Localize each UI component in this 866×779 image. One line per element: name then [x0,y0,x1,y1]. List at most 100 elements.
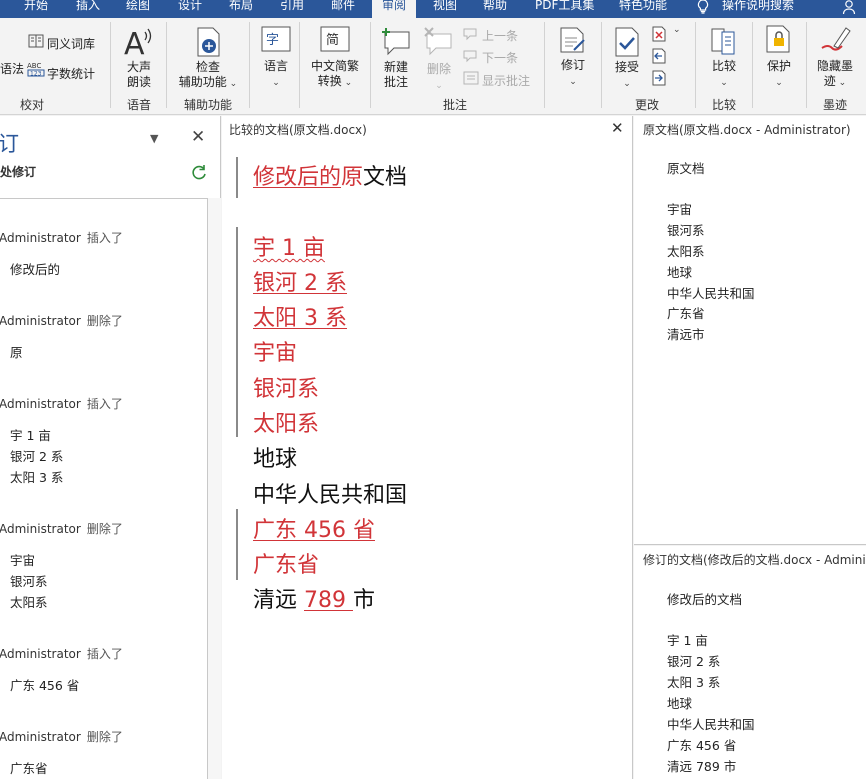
doc-line[interactable]: 广东省 [253,547,319,579]
new-comment-button[interactable]: 新建 批注 [381,60,411,90]
deleted-text[interactable]: 宇宙 [253,341,297,366]
doc-line[interactable]: 广东 456 省 [253,512,375,544]
reject-dropdown[interactable]: ⌄ [673,25,681,35]
revised-doc-line[interactable]: 修改后的文档 [667,589,742,608]
read-aloud-button[interactable]: 大声 朗读 [122,60,156,90]
original-doc-line[interactable]: 太阳系 [667,241,705,260]
previous-change-icon[interactable] [652,48,666,64]
revision-text: 原 [10,345,23,360]
tab-layout[interactable]: 布局 [229,0,253,18]
revised-doc-line[interactable]: 中华人民共和国 [667,714,755,733]
revised-document-title: 修订的文档(修改后的文档.docx - Administrator) [643,553,866,567]
ribbon-separator [544,22,545,108]
word-count-button[interactable]: 字数统计 [47,65,95,82]
next-comment-button[interactable]: 下一条 [482,49,518,66]
delete-comment-button[interactable]: 删除 ⌄ [424,60,454,91]
grammar-button[interactable]: 语法 [0,60,24,77]
compare-group-label: 比较 [711,98,736,112]
doc-line[interactable]: 中华人民共和国 [253,477,407,509]
doc-line[interactable]: 清远 789 市 [253,582,375,614]
revision-header: Administrator 插入了 [0,397,123,411]
tab-mailings[interactable]: 邮件 [331,0,355,18]
original-doc-line[interactable]: 清远市 [667,324,705,343]
language-button[interactable]: 语言 ⌄ [261,59,291,91]
next-change-icon[interactable] [652,70,666,86]
tab-design[interactable]: 设计 [178,0,202,18]
reject-icon[interactable] [652,26,666,42]
changes-group-label: 更改 [634,98,659,112]
tab-pdf-tools[interactable]: PDF工具集 [535,0,594,18]
thesaurus-button[interactable]: 同义词库 [47,35,95,52]
doc-line[interactable]: 地球 [253,441,297,473]
doc-line[interactable]: 太阳 3 系 [253,300,347,332]
tab-help[interactable]: 帮助 [483,0,507,18]
original-doc-line[interactable]: 宇宙 [667,199,692,218]
compare-button[interactable]: 比较 ⌄ [707,59,741,91]
inserted-text[interactable]: 银河 2 系 [253,271,347,296]
accept-button[interactable]: 接受 ⌄ [612,60,642,92]
revision-text: 广东 456 省 [10,678,80,693]
hide-ink-button[interactable]: 隐藏墨迹 ⌄ [812,59,858,91]
tab-home[interactable]: 开始 [24,0,48,18]
inserted-text[interactable]: 宇 1 亩 [253,236,325,261]
tab-insert[interactable]: 插入 [76,0,100,18]
doc-line[interactable]: 宇 1 亩 [253,230,325,262]
tab-draw[interactable]: 绘图 [126,0,150,18]
tab-review[interactable]: 审阅 [372,0,417,18]
deleted-text[interactable]: 原 [341,165,363,190]
show-comments-button[interactable]: 显示批注 [482,72,530,89]
doc-line[interactable]: 太阳系 [253,406,319,438]
pane-options-dropdown[interactable]: ▼ [150,132,158,145]
inserted-text[interactable]: 修改后的 [253,165,341,190]
inserted-text[interactable]: 广东 456 省 [253,518,375,543]
original-doc-line[interactable]: 银河系 [667,220,705,239]
tell-me-search[interactable]: 操作说明搜索 [722,0,794,18]
change-bar [236,227,238,437]
tab-special-features[interactable]: 特色功能 [619,0,667,18]
revision-header: Administrator 删除了 [0,522,123,536]
track-changes-button[interactable]: 修订 ⌄ [558,58,588,90]
pane-close-button[interactable]: ✕ [191,127,205,147]
ribbon-separator [166,22,167,108]
original-doc-line[interactable]: 广东省 [667,303,705,322]
doc-line-title[interactable]: 修改后的原文档 [253,159,407,191]
chinese-conversion-button[interactable]: 中文简繁 转换 ⌄ [306,59,364,91]
tab-view[interactable]: 视图 [433,0,457,18]
share-person-icon[interactable] [842,0,860,15]
original-doc-line[interactable]: 地球 [667,262,692,281]
tab-references[interactable]: 引用 [280,0,304,18]
ribbon-separator [370,22,371,108]
revised-document-pane: 修订的文档(修改后的文档.docx - Administrator) 修改后的文… [634,546,866,779]
inserted-text[interactable]: 789 [304,588,353,613]
doc-line[interactable]: 宇宙 [253,335,297,367]
deleted-text[interactable]: 广东省 [253,553,319,578]
previous-comment-icon [463,28,477,41]
revised-doc-line[interactable]: 清远 789 市 [667,756,736,775]
revision-header: Administrator 删除了 [0,314,123,328]
ribbon-separator [806,22,807,108]
doc-line[interactable]: 银河 2 系 [253,265,347,297]
revised-doc-line[interactable]: 广东 456 省 [667,735,736,754]
original-doc-line[interactable]: 中华人民共和国 [667,283,755,302]
svg-text:简: 简 [326,32,339,48]
compared-document-title: 比较的文档(原文档.docx) [229,123,367,137]
revision-text: 银河系 [10,574,48,589]
original-doc-line[interactable]: 原文档 [667,158,705,177]
refresh-icon[interactable] [190,163,208,181]
protect-button[interactable]: 保护 ⌄ [762,59,796,91]
check-accessibility-button[interactable]: 检查 辅助功能 ⌄ [176,60,240,92]
revised-doc-line[interactable]: 宇 1 亩 [667,630,708,649]
compared-document-pane: 比较的文档(原文档.docx) ✕ 修改后的原文档 宇 1 亩 银河 2 系 太… [222,116,633,779]
inserted-text[interactable]: 太阳 3 系 [253,306,347,331]
hide-ink-icon [821,27,851,51]
revised-doc-line[interactable]: 太阳 3 系 [667,672,720,691]
deleted-text[interactable]: 太阳系 [253,412,319,437]
revisions-scrollbar[interactable] [208,198,221,779]
revised-doc-line[interactable]: 银河 2 系 [667,651,720,670]
compare-icon [711,28,735,55]
doc-line[interactable]: 银河系 [253,371,319,403]
previous-comment-button[interactable]: 上一条 [482,27,518,44]
revised-doc-line[interactable]: 地球 [667,693,692,712]
compared-document-close-button[interactable]: ✕ [611,119,624,137]
deleted-text[interactable]: 银河系 [253,377,319,402]
